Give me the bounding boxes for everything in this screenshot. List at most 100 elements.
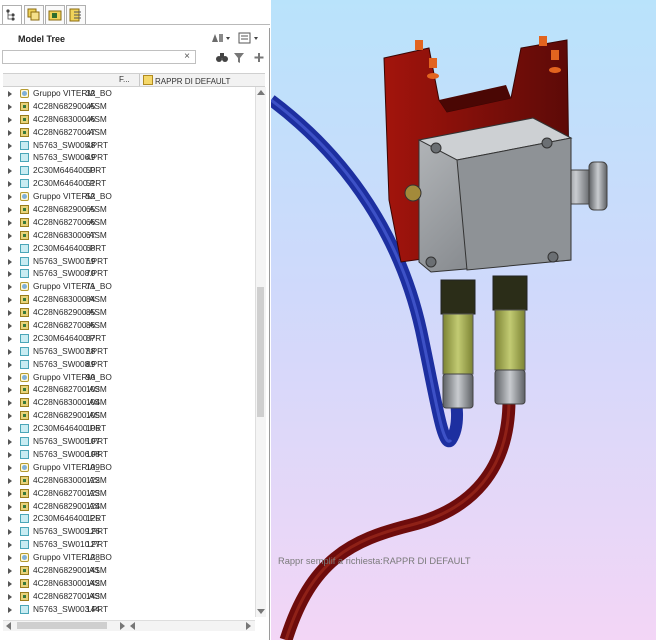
graphics-viewport[interactable]: Rappr semplif a richiesta:RAPPR DI DEFAU… xyxy=(271,0,656,640)
tree-row[interactable]: 2C30M646400.PRT 106 xyxy=(4,422,254,435)
tree-row[interactable]: 2C30M646400.PRT 68 xyxy=(4,242,254,255)
expand-arrow-icon[interactable] xyxy=(8,374,12,381)
tree-row[interactable]: 4C28N682700.ASM 66 xyxy=(4,216,254,229)
tab-favorites[interactable] xyxy=(66,5,86,25)
tree-row[interactable]: 2C30M646400.PRT 87 xyxy=(4,332,254,345)
show-icon[interactable] xyxy=(209,31,231,47)
expand-arrow-icon[interactable] xyxy=(8,439,12,446)
expand-arrow-icon[interactable] xyxy=(8,555,12,562)
expand-arrow-icon[interactable] xyxy=(8,284,12,291)
tree-row[interactable]: Gruppo VITERIA_BO 52 xyxy=(4,190,254,203)
column-filename[interactable]: F... xyxy=(119,75,130,84)
horizontal-scroll-thumb[interactable] xyxy=(17,622,107,629)
expand-arrow-icon[interactable] xyxy=(8,271,12,278)
tree-row[interactable]: N5763_SW006.PRT 49 xyxy=(4,151,254,164)
tree-row[interactable]: N5763_SW005.PRT 107 xyxy=(4,435,254,448)
scroll-up-icon[interactable] xyxy=(257,90,265,95)
tree-row[interactable]: N5763_SW003.PRT 144 xyxy=(4,603,254,616)
expand-arrow-icon[interactable] xyxy=(8,503,12,510)
column-separator[interactable] xyxy=(139,74,140,86)
tree-row[interactable]: 4C28N683000.ASM 46 xyxy=(4,113,254,126)
tree-row[interactable]: N5763_SW006.PRT 108 xyxy=(4,448,254,461)
tree-horizontal-scrollbar[interactable] xyxy=(3,620,255,631)
expand-arrow-icon[interactable] xyxy=(8,142,12,149)
tree-row[interactable]: Gruppo VITERIA_BO 71 xyxy=(4,280,254,293)
tree-row[interactable]: N5763_SW009.PRT 126 xyxy=(4,525,254,538)
tree-row[interactable]: Gruppo VITERIA_BO 90 xyxy=(4,371,254,384)
expand-arrow-icon[interactable] xyxy=(8,490,12,497)
expand-arrow-icon[interactable] xyxy=(8,567,12,574)
expand-arrow-icon[interactable] xyxy=(8,194,12,201)
tree-row[interactable]: Gruppo VITERIA_BO 128 xyxy=(4,551,254,564)
connector-right[interactable] xyxy=(492,275,528,311)
expand-arrow-icon[interactable] xyxy=(8,477,12,484)
tree-row[interactable]: 4C28N682900.ASM 45 xyxy=(4,100,254,113)
tree-row[interactable]: 4C28N682900.ASM 105 xyxy=(4,409,254,422)
expand-arrow-icon[interactable] xyxy=(8,529,12,536)
scroll-down-icon[interactable] xyxy=(257,609,265,614)
expand-arrow-icon[interactable] xyxy=(8,116,12,123)
add-icon[interactable] xyxy=(253,51,265,66)
expand-arrow-icon[interactable] xyxy=(8,323,12,330)
tree-row[interactable]: N5763_SW010.PRT 127 xyxy=(4,538,254,551)
3d-model-render[interactable] xyxy=(271,0,656,640)
clear-search-icon[interactable]: × xyxy=(184,51,190,62)
tree-row[interactable]: 4C28N683000.ASM 122 xyxy=(4,474,254,487)
expand-arrow-icon[interactable] xyxy=(8,258,12,265)
tree-row[interactable]: 4C28N683000.ASM 142 xyxy=(4,577,254,590)
tree-row[interactable]: 4C28N682900.ASM 65 xyxy=(4,203,254,216)
find-icon[interactable] xyxy=(215,51,229,66)
search-input[interactable]: × xyxy=(2,50,196,64)
expand-arrow-icon[interactable] xyxy=(8,426,12,433)
scroll-right-icon-2[interactable] xyxy=(246,622,251,630)
expand-arrow-icon[interactable] xyxy=(8,361,12,368)
expand-arrow-icon[interactable] xyxy=(8,219,12,226)
tree-row[interactable]: Gruppo VITERIA_BO 32 xyxy=(4,87,254,100)
tree-row[interactable]: N5763_SW007.PRT 69 xyxy=(4,255,254,268)
scroll-right-icon[interactable] xyxy=(120,622,125,630)
expand-arrow-icon[interactable] xyxy=(8,464,12,471)
tree-row[interactable]: 4C28N683000.ASM 84 xyxy=(4,293,254,306)
expand-arrow-icon[interactable] xyxy=(8,580,12,587)
tab-model-tree[interactable] xyxy=(2,5,22,25)
settings-icon[interactable] xyxy=(237,31,267,47)
tree-row[interactable]: 4C28N683000.ASM 67 xyxy=(4,229,254,242)
tree-row[interactable]: N5763_SW007.PRT 88 xyxy=(4,345,254,358)
expand-arrow-icon[interactable] xyxy=(8,129,12,136)
expand-arrow-icon[interactable] xyxy=(8,593,12,600)
expand-arrow-icon[interactable] xyxy=(8,232,12,239)
tree-row[interactable]: 2C30M646400.PRT 50 xyxy=(4,164,254,177)
expand-arrow-icon[interactable] xyxy=(8,348,12,355)
expand-arrow-icon[interactable] xyxy=(8,310,12,317)
tree-vertical-scrollbar[interactable] xyxy=(255,87,266,617)
expand-arrow-icon[interactable] xyxy=(8,451,12,458)
tree-row[interactable]: 4C28N683000.ASM 104 xyxy=(4,396,254,409)
expand-arrow-icon[interactable] xyxy=(8,413,12,420)
expand-arrow-icon[interactable] xyxy=(8,542,12,549)
tree-row[interactable]: 2C30M646400.PRT 125 xyxy=(4,512,254,525)
tree-row[interactable]: 4C28N682900.ASM 85 xyxy=(4,306,254,319)
tree-row[interactable]: 4C28N682700.ASM 47 xyxy=(4,126,254,139)
tab-layers[interactable] xyxy=(24,5,44,25)
column-representation[interactable]: RAPPR DI DEFAULT xyxy=(143,75,230,86)
scroll-left-icon-2[interactable] xyxy=(130,622,135,630)
connector-left[interactable] xyxy=(440,279,476,315)
expand-arrow-icon[interactable] xyxy=(8,168,12,175)
expand-arrow-icon[interactable] xyxy=(8,335,12,342)
expand-arrow-icon[interactable] xyxy=(8,91,12,97)
filter-icon[interactable] xyxy=(233,51,245,66)
tree-row[interactable]: N5763_SW005.PRT 48 xyxy=(4,139,254,152)
tab-folder-browser[interactable] xyxy=(45,5,65,25)
tree-row[interactable]: 4C28N682900.ASM 124 xyxy=(4,500,254,513)
tree-row[interactable]: 4C28N682700.ASM 86 xyxy=(4,319,254,332)
tree-row[interactable]: Gruppo VITERIA_BO 109 xyxy=(4,461,254,474)
scroll-thumb[interactable] xyxy=(257,287,264,417)
expand-arrow-icon[interactable] xyxy=(8,207,12,214)
tree-row[interactable]: 4C28N682900.ASM 141 xyxy=(4,564,254,577)
expand-arrow-icon[interactable] xyxy=(8,387,12,394)
tree-row[interactable]: N5763_SW008.PRT 70 xyxy=(4,267,254,280)
tree-row[interactable]: 2C30M646400.PRT 51 xyxy=(4,177,254,190)
tree-row[interactable]: N5763_SW008.PRT 89 xyxy=(4,358,254,371)
expand-arrow-icon[interactable] xyxy=(8,181,12,188)
red-cable[interactable] xyxy=(279,399,516,640)
